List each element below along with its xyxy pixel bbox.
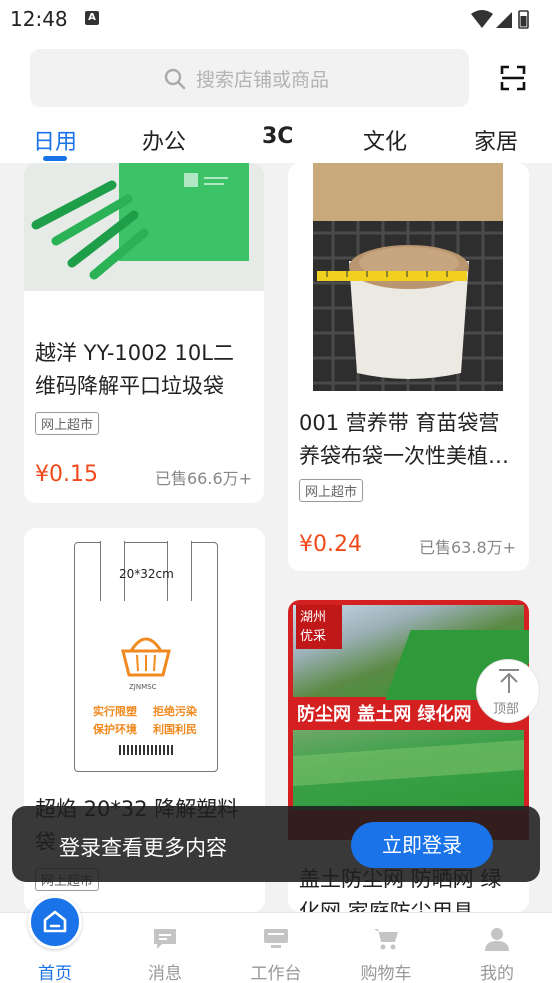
- nav-label: 工作台: [250, 964, 302, 983]
- search-icon: [164, 68, 186, 90]
- nav-messages[interactable]: 消息: [125, 913, 205, 983]
- bag-brand-text: ZJNMSC: [129, 683, 157, 691]
- store-tag: 网上超市: [35, 412, 100, 435]
- home-icon: [43, 910, 67, 933]
- arrow-up-icon: [499, 669, 519, 693]
- back-to-top-label: 顶部: [493, 702, 520, 717]
- search-input[interactable]: 搜索店铺或商品: [30, 49, 469, 107]
- product-title: 越洋 YY-1002 10L二 维码降解平口垃圾袋: [35, 341, 234, 398]
- status-bar: 12:48 A: [0, 0, 552, 38]
- tab-daily[interactable]: 日用: [33, 124, 77, 156]
- back-to-top-button[interactable]: 顶部: [476, 659, 540, 723]
- product-price: ¥0.24: [299, 532, 362, 557]
- nav-workbench[interactable]: 工作台: [236, 913, 316, 983]
- nav-label: 我的: [480, 964, 514, 983]
- bottom-nav: 首页 消息 工作台 购物车 我的: [0, 912, 552, 983]
- product-image: 20*32cm ZJNMSC 实行限塑 拒绝污染 保护环境 利国利民: [74, 541, 218, 772]
- product-title: 001 营养带 育苗袋营 养袋布袋一次性美植…: [299, 411, 509, 468]
- store-badge: 湖州优采: [296, 605, 342, 649]
- login-button[interactable]: 立即登录: [351, 822, 493, 868]
- bag-size-text: 20*32cm: [119, 567, 174, 581]
- nav-cart[interactable]: 购物车: [346, 913, 426, 983]
- status-time: 12:48: [10, 7, 68, 31]
- login-prompt: 登录查看更多内容: [59, 836, 227, 860]
- scan-icon[interactable]: [500, 65, 526, 91]
- tab-indicator: [43, 156, 67, 161]
- category-tabs: 日用 办公 3C 文化 家居: [0, 120, 552, 163]
- nav-label: 购物车: [360, 964, 412, 983]
- nav-profile[interactable]: 我的: [457, 913, 537, 983]
- nav-label: 首页: [38, 964, 72, 983]
- product-image: [313, 163, 503, 391]
- product-image: [24, 163, 264, 291]
- home-icon-bubble[interactable]: [28, 895, 82, 949]
- store-tag: 网上超市: [299, 479, 364, 502]
- tab-office[interactable]: 办公: [142, 124, 186, 156]
- tab-culture[interactable]: 文化: [363, 124, 407, 156]
- tab-home[interactable]: 家居: [474, 124, 518, 156]
- cart-icon: [374, 929, 398, 950]
- product-card[interactable]: 越洋 YY-1002 10L二 维码降解平口垃圾袋 网上超市 ¥0.15 已售6…: [24, 163, 264, 503]
- nav-label: 消息: [148, 964, 182, 983]
- tab-3c[interactable]: 3C: [262, 124, 293, 149]
- sold-count: 已售63.8万+: [419, 538, 517, 557]
- search-placeholder: 搜索店铺或商品: [196, 69, 330, 91]
- message-icon: [154, 929, 176, 949]
- login-banner: 登录查看更多内容 立即登录: [12, 806, 540, 882]
- signal-icon: [496, 12, 512, 28]
- sold-count: 已售66.6万+: [155, 469, 253, 488]
- status-icons: [471, 10, 529, 29]
- product-image: 湖州优采 防尘网 盖土网 绿化网: [288, 600, 529, 840]
- product-price: ¥0.15: [35, 462, 98, 487]
- notification-icon: A: [85, 11, 99, 25]
- header: 搜索店铺或商品: [0, 38, 552, 120]
- workbench-icon: [264, 929, 288, 948]
- profile-icon: [485, 928, 509, 951]
- basket-logo: [121, 637, 171, 677]
- product-card[interactable]: 001 营养带 育苗袋营 养袋布袋一次性美植… 网上超市 ¥0.24 已售63.…: [288, 163, 529, 571]
- wifi-icon: [471, 10, 493, 28]
